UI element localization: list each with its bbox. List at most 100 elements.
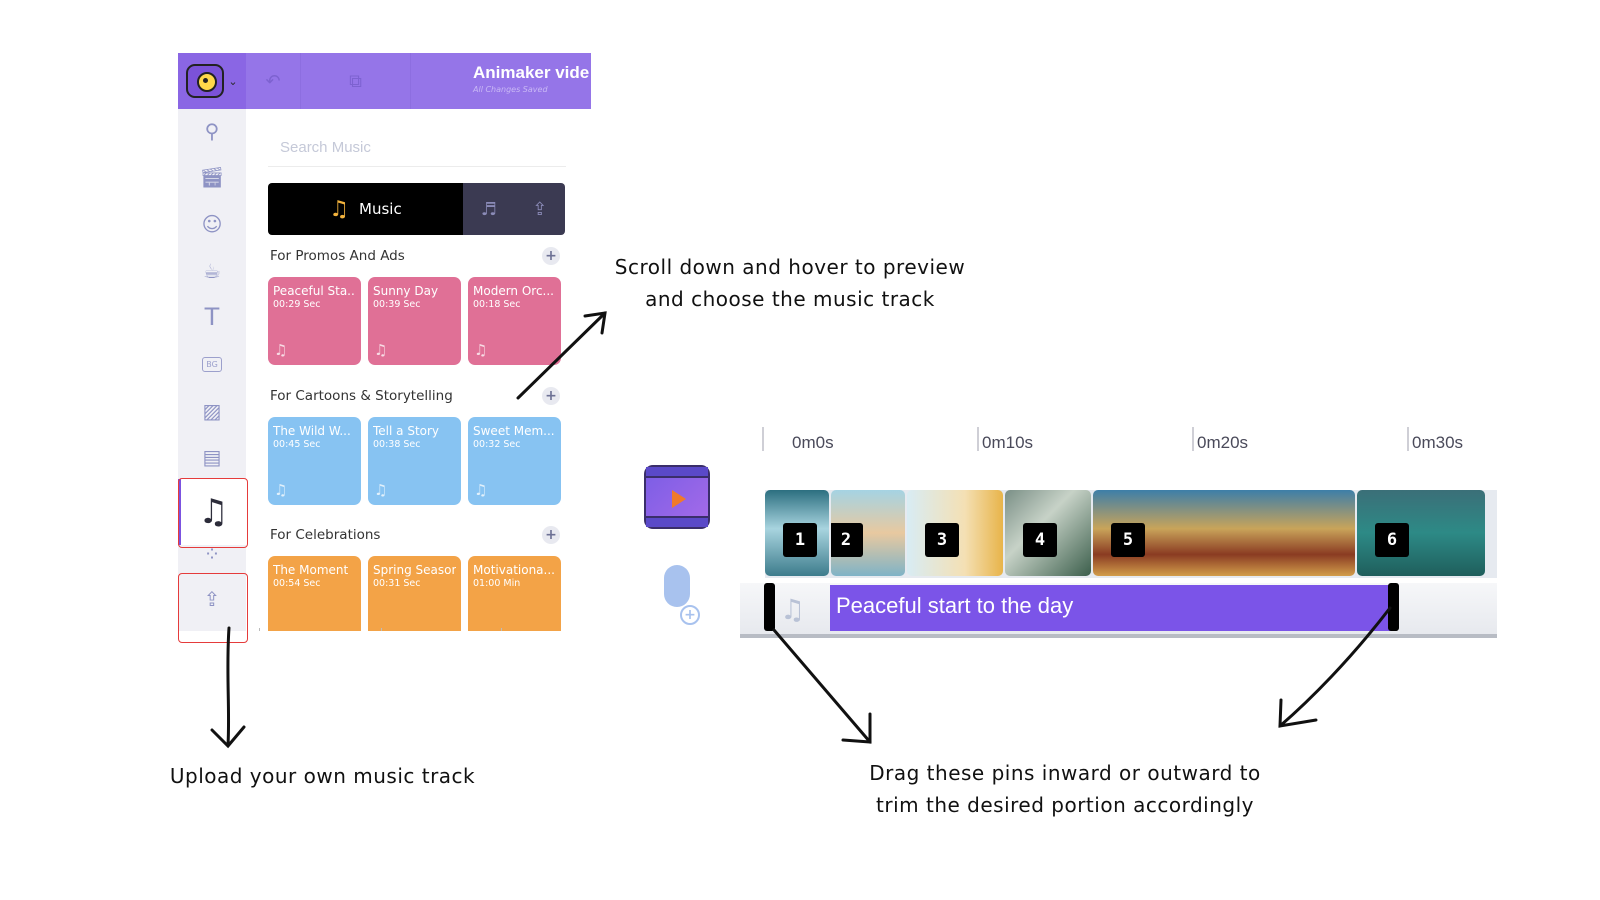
background-icon: BG bbox=[202, 356, 222, 372]
scene-thumbnail[interactable]: 4 bbox=[1005, 490, 1091, 576]
annotation-trim: Drag these pins inward or outward to tri… bbox=[860, 757, 1270, 821]
track-title: Modern Orc... bbox=[473, 284, 554, 298]
track-card[interactable]: Motivationa... 01:00 Min bbox=[468, 556, 561, 631]
ruler-tick: 0m0s bbox=[259, 628, 301, 631]
track-title: Peaceful Sta... bbox=[273, 284, 356, 298]
track-duration: 00:54 Sec bbox=[273, 578, 321, 589]
ruler-tick: 0m10s bbox=[977, 427, 1033, 452]
track-card[interactable]: The Moment 00:54 Sec bbox=[268, 556, 361, 631]
save-status: All Changes Saved bbox=[473, 85, 548, 94]
track-card[interactable]: Peaceful Sta... 00:29 Sec ♫ bbox=[268, 277, 361, 365]
search-icon: ⚲ bbox=[204, 119, 220, 143]
music-note-icon: ♫ bbox=[274, 341, 288, 359]
music-tabs: ♫ Music ♬ ⇪ bbox=[268, 183, 565, 235]
expand-section-button[interactable]: + bbox=[542, 387, 560, 405]
audio-track-row: ♫ Peaceful start to the day bbox=[740, 583, 1497, 638]
music-note-icon: ♫ bbox=[474, 341, 488, 359]
text-icon: T bbox=[204, 303, 220, 331]
ruler-tick: 0m20s bbox=[1192, 427, 1248, 452]
section-header: For Promos And Ads + bbox=[270, 247, 560, 265]
ruler-tick: 0m10s bbox=[381, 628, 415, 631]
duplicate-icon: ⧉ bbox=[349, 70, 362, 92]
duplicate-button[interactable]: ⧉ bbox=[301, 53, 411, 109]
track-card[interactable]: The Wild W... 00:45 Sec ♫ bbox=[268, 417, 361, 505]
scene-thumbnail[interactable]: 5 bbox=[1093, 490, 1355, 576]
upload-icon[interactable]: ⇪ bbox=[532, 199, 547, 220]
section-header: For Cartoons & Storytelling + bbox=[270, 387, 560, 405]
sidebar-item-background[interactable]: BG bbox=[178, 344, 246, 384]
top-bar: ⌄ ↶ ⧉ Animaker vide All Changes Saved bbox=[178, 53, 591, 109]
track-card[interactable]: Modern Orc... 00:18 Sec ♫ bbox=[468, 277, 561, 365]
sound-effects-icon[interactable]: ♬ bbox=[481, 199, 497, 220]
tab-music[interactable]: ♫ Music bbox=[268, 183, 463, 235]
track-card[interactable]: Sunny Day 00:39 Sec ♫ bbox=[368, 277, 461, 365]
timeline-ruler: 0m0s 0m10s 0m20s 0m30s bbox=[762, 425, 1497, 461]
annotation-line: Drag these pins inward or outward to bbox=[869, 761, 1261, 785]
track-card[interactable]: Spring Season 00:31 Sec bbox=[368, 556, 461, 631]
add-voice-button[interactable]: + bbox=[656, 565, 700, 631]
sidebar-item-images[interactable]: ▨ bbox=[178, 391, 246, 431]
highlight-upload-tab bbox=[178, 573, 248, 643]
tab-group-secondary: ♬ ⇪ bbox=[463, 183, 565, 235]
expand-section-button[interactable]: + bbox=[542, 526, 560, 544]
music-note-icon: ♫ bbox=[329, 196, 350, 222]
track-duration: 00:45 Sec bbox=[273, 439, 321, 450]
annotation-upload: Upload your own music track bbox=[160, 760, 485, 792]
track-duration: 00:31 Sec bbox=[373, 578, 421, 589]
track-cards: The Wild W... 00:45 Sec ♫ Tell a Story 00:3… bbox=[268, 417, 561, 505]
highlight-music-tab bbox=[178, 478, 248, 548]
trim-pin-left[interactable] bbox=[764, 583, 775, 631]
sidebar-item-search[interactable]: ⚲ bbox=[178, 111, 246, 151]
track-card[interactable]: Tell a Story 00:38 Sec ♫ bbox=[368, 417, 461, 505]
track-duration: 01:00 Min bbox=[473, 578, 521, 589]
music-library: ♫ Music ♬ ⇪ For Promos And Ads + Peacefu… bbox=[246, 109, 591, 631]
scene-thumbnail[interactable]: 6 bbox=[1357, 490, 1485, 576]
scene-number: 3 bbox=[925, 523, 959, 557]
scene-thumbnail[interactable]: 3 bbox=[907, 490, 1003, 576]
annotation-line: trim the desired portion accordingly bbox=[876, 793, 1254, 817]
scene-thumbnail[interactable]: 2 bbox=[831, 490, 905, 576]
scene-number: 6 bbox=[1375, 523, 1409, 557]
project-title[interactable]: Animaker vide bbox=[473, 63, 591, 83]
section-header: For Celebrations + bbox=[270, 526, 560, 544]
section-title: For Celebrations bbox=[270, 527, 381, 543]
track-duration: 00:18 Sec bbox=[473, 299, 521, 310]
annotation-line: Upload your own music track bbox=[169, 764, 476, 788]
animaker-logo-icon bbox=[186, 64, 225, 98]
track-card[interactable]: Sweet Mem... 00:32 Sec ♫ bbox=[468, 417, 561, 505]
track-title: Sunny Day bbox=[373, 284, 439, 298]
scene-thumbnail[interactable]: 1 bbox=[765, 490, 829, 576]
logo-menu[interactable]: ⌄ bbox=[178, 53, 246, 109]
sidebar-item-props[interactable]: ☕︎ bbox=[178, 251, 246, 291]
track-title: Tell a Story bbox=[373, 424, 440, 438]
chevron-down-icon: ⌄ bbox=[228, 74, 238, 88]
expand-section-button[interactable]: + bbox=[542, 247, 560, 265]
search-music-input[interactable] bbox=[268, 129, 566, 166]
section-title: For Promos And Ads bbox=[270, 248, 405, 264]
sidebar-item-characters[interactable]: ☺ bbox=[178, 204, 246, 244]
track-duration: 00:29 Sec bbox=[273, 299, 321, 310]
sidebar-item-scenes[interactable]: 🎬︎ bbox=[178, 157, 246, 197]
audio-clip[interactable]: Peaceful start to the day bbox=[830, 585, 1392, 631]
plus-icon: + bbox=[680, 605, 700, 625]
character-icon: ☺ bbox=[201, 212, 223, 236]
sidebar-item-videos[interactable]: ▤ bbox=[178, 437, 246, 477]
search-music-field[interactable] bbox=[268, 129, 566, 167]
track-title: Motivationa... bbox=[473, 563, 555, 577]
ruler-tick: 0m0s bbox=[762, 427, 834, 452]
music-note-icon: ♫ bbox=[374, 481, 388, 499]
mini-timeline-ruler: 0m0s 0m10s 0m20s bbox=[259, 628, 589, 631]
undo-button[interactable]: ↶ bbox=[246, 53, 301, 109]
video-track-icon bbox=[644, 465, 710, 529]
track-duration: 00:39 Sec bbox=[373, 299, 421, 310]
image-icon: ▨ bbox=[202, 399, 222, 423]
arrow-left-pin bbox=[772, 628, 872, 744]
music-note-icon: ♫ bbox=[780, 593, 806, 626]
scene-number: 4 bbox=[1023, 523, 1057, 557]
trim-pin-right[interactable] bbox=[1388, 583, 1399, 631]
sidebar-item-text[interactable]: T bbox=[178, 297, 246, 337]
music-note-icon: ♫ bbox=[274, 481, 288, 499]
ruler-tick: 0m30s bbox=[1407, 427, 1463, 452]
arrow-upload bbox=[210, 626, 246, 749]
track-title: The Wild W... bbox=[273, 424, 351, 438]
